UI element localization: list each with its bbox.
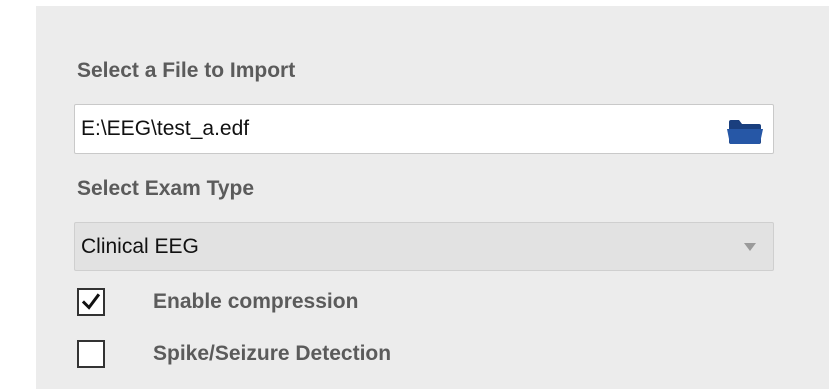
exam-type-dropdown[interactable]: Clinical EEG (74, 222, 774, 271)
spike-seizure-detection-option[interactable]: Spike/Seizure Detection (77, 340, 497, 370)
enable-compression-checkbox[interactable] (77, 288, 105, 316)
chevron-down-icon[interactable] (744, 243, 756, 251)
checkmark-icon (81, 293, 101, 310)
enable-compression-label: Enable compression (153, 290, 359, 313)
select-exam-type-heading: Select Exam Type (77, 177, 255, 200)
file-path-value[interactable]: E:\EEG\test_a.edf (81, 117, 249, 141)
spike-seizure-detection-label: Spike/Seizure Detection (153, 342, 392, 365)
exam-type-selected-value: Clinical EEG (81, 235, 199, 258)
select-file-heading: Select a File to Import (77, 59, 296, 82)
spike-seizure-detection-checkbox[interactable] (77, 340, 105, 368)
folder-icon[interactable] (726, 117, 764, 145)
enable-compression-option[interactable]: Enable compression (77, 288, 497, 318)
file-path-field[interactable]: E:\EEG\test_a.edf (74, 104, 774, 154)
